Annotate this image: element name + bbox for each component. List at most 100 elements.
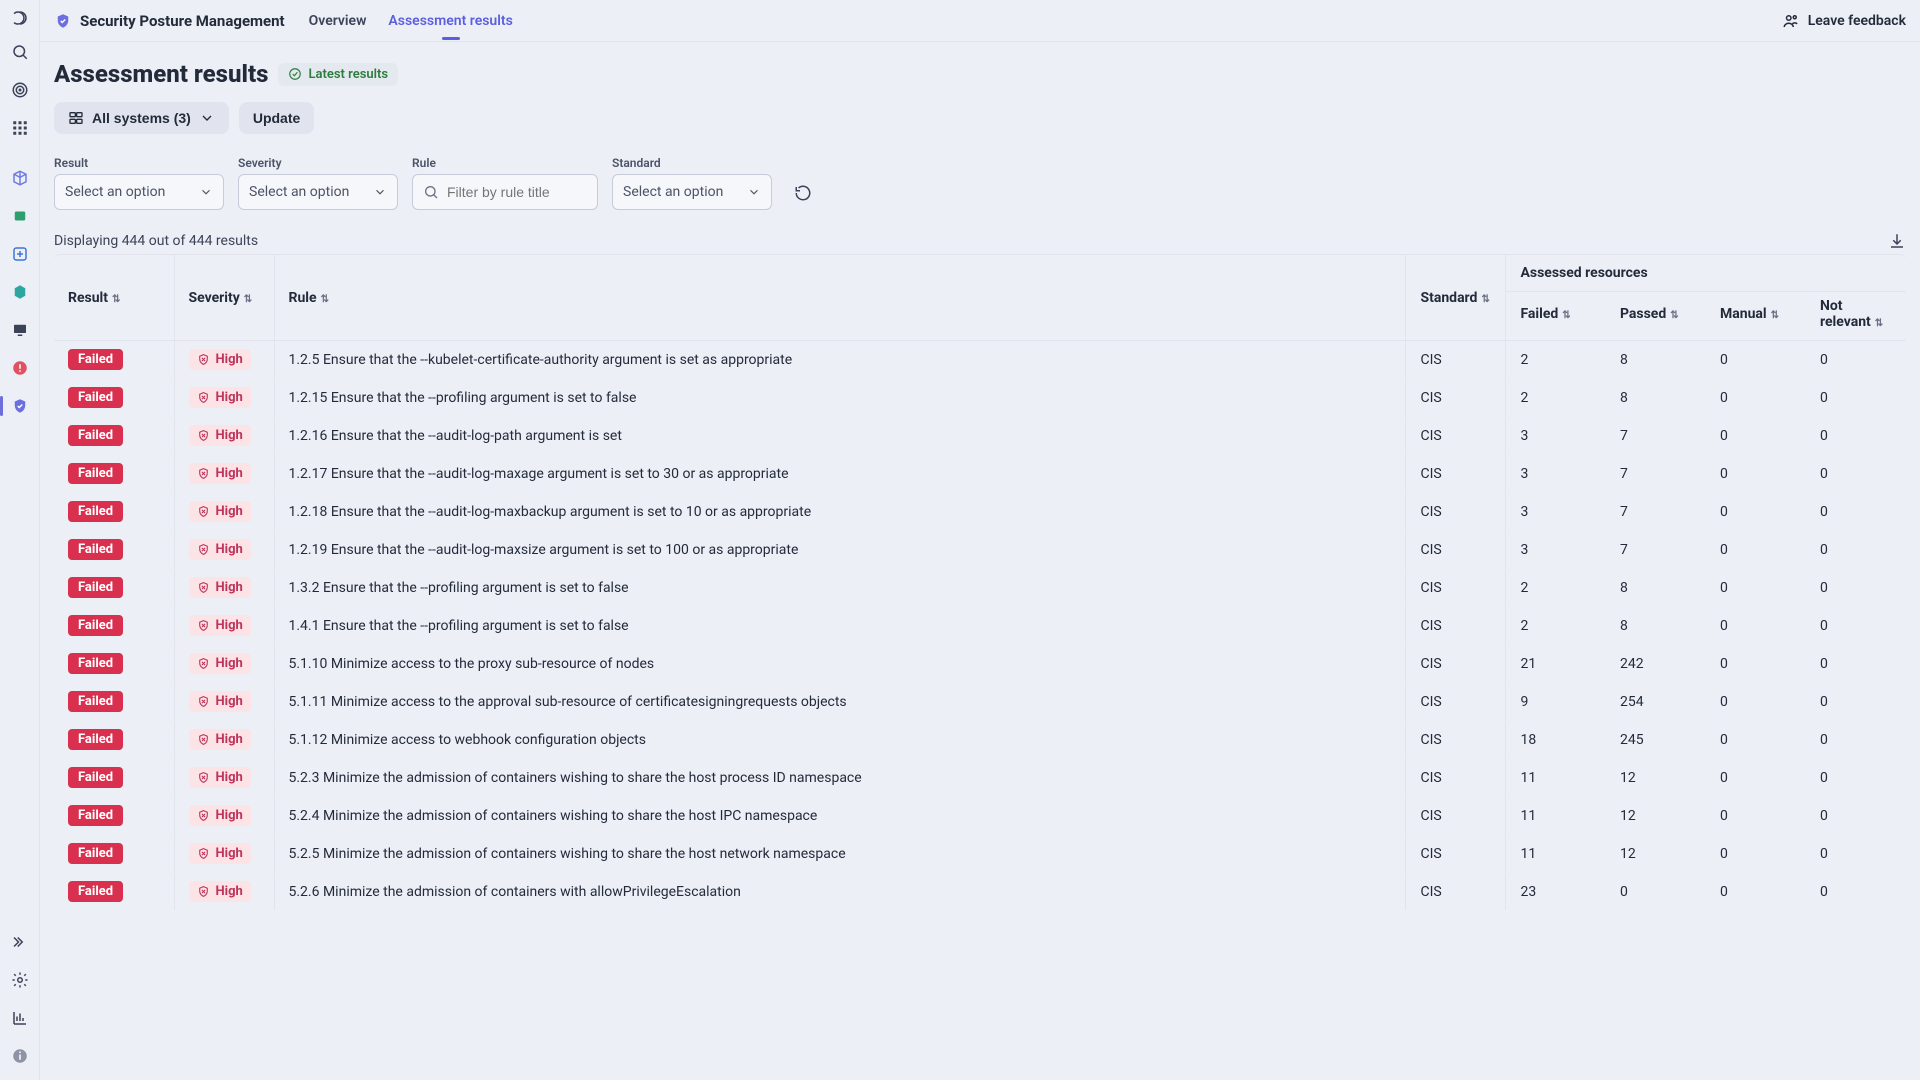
rule-search-input-wrap[interactable] — [412, 174, 598, 210]
passed-cell: 8 — [1606, 569, 1706, 607]
severity-badge: High — [189, 881, 251, 902]
standard-cell: CIS — [1406, 873, 1506, 911]
severity-badge: High — [189, 653, 251, 674]
shield-x-icon — [197, 885, 210, 898]
severity-badge: High — [189, 501, 251, 522]
notrelevant-cell: 0 — [1806, 797, 1906, 835]
result-badge: Failed — [68, 881, 123, 902]
rail-box-green-icon[interactable] — [8, 204, 32, 228]
table-row[interactable]: Failed High 1.2.18 Ensure that the --aud… — [54, 493, 1906, 531]
expand-rail-icon[interactable] — [8, 930, 32, 954]
reset-filters-button[interactable] — [786, 176, 820, 210]
table-row[interactable]: Failed High 1.4.1 Ensure that the --prof… — [54, 607, 1906, 645]
col-header-passed[interactable]: Passed⇅ — [1606, 292, 1706, 341]
apps-grid-icon[interactable] — [8, 116, 32, 140]
manual-cell: 0 — [1706, 759, 1806, 797]
tab-overview[interactable]: Overview — [309, 3, 367, 39]
rule-cell: 1.4.1 Ensure that the --profiling argume… — [274, 607, 1406, 645]
passed-cell: 242 — [1606, 645, 1706, 683]
table-row[interactable]: Failed High 5.1.12 Minimize access to we… — [54, 721, 1906, 759]
radar-icon[interactable] — [8, 78, 32, 102]
filter-rule: Rule — [412, 156, 598, 210]
standard-cell: CIS — [1406, 341, 1506, 379]
standard-cell: CIS — [1406, 493, 1506, 531]
chart-icon[interactable] — [8, 1006, 32, 1030]
table-row[interactable]: Failed High 1.2.17 Ensure that the --aud… — [54, 455, 1906, 493]
manual-cell: 0 — [1706, 607, 1806, 645]
update-button[interactable]: Update — [239, 102, 314, 134]
result-badge: Failed — [68, 691, 123, 712]
standard-cell: CIS — [1406, 683, 1506, 721]
col-header-notrelevant[interactable]: Not relevant⇅ — [1806, 292, 1906, 341]
result-badge: Failed — [68, 805, 123, 826]
col-header-manual[interactable]: Manual⇅ — [1706, 292, 1806, 341]
col-header-severity[interactable]: Severity⇅ — [174, 255, 274, 341]
table-row[interactable]: Failed High 1.2.19 Ensure that the --aud… — [54, 531, 1906, 569]
shield-x-icon — [197, 847, 210, 860]
failed-cell: 18 — [1506, 721, 1606, 759]
filter-result-label: Result — [54, 156, 224, 170]
passed-cell: 12 — [1606, 835, 1706, 873]
result-select[interactable]: Select an option — [54, 174, 224, 210]
search-icon[interactable] — [8, 40, 32, 64]
systems-label: All systems (3) — [92, 110, 191, 126]
gear-icon[interactable] — [8, 968, 32, 992]
table-row[interactable]: Failed High 1.2.15 Ensure that the --pro… — [54, 379, 1906, 417]
table-row[interactable]: Failed High 1.2.16 Ensure that the --aud… — [54, 417, 1906, 455]
shield-x-icon — [197, 771, 210, 784]
severity-select[interactable]: Select an option — [238, 174, 398, 210]
rule-cell: 5.1.10 Minimize access to the proxy sub-… — [274, 645, 1406, 683]
rail-shield-active-icon[interactable] — [8, 394, 32, 418]
rail-plus-icon[interactable] — [8, 242, 32, 266]
severity-badge: High — [189, 767, 251, 788]
result-count-row: Displaying 444 out of 444 results — [54, 232, 1906, 250]
download-icon[interactable] — [1888, 232, 1906, 250]
filter-result: Result Select an option — [54, 156, 224, 210]
notrelevant-cell: 0 — [1806, 569, 1906, 607]
passed-cell: 7 — [1606, 493, 1706, 531]
rail-cube-icon[interactable] — [8, 166, 32, 190]
standard-cell: CIS — [1406, 455, 1506, 493]
col-header-standard[interactable]: Standard⇅ — [1406, 255, 1506, 341]
rail-hex-icon[interactable] — [8, 280, 32, 304]
rail-alert-icon[interactable] — [8, 356, 32, 380]
standard-cell: CIS — [1406, 645, 1506, 683]
results-table: Result⇅ Severity⇅ Rule⇅ Standard⇅ Assess… — [54, 254, 1906, 1072]
notrelevant-cell: 0 — [1806, 341, 1906, 379]
severity-badge: High — [189, 349, 251, 370]
systems-dropdown[interactable]: All systems (3) — [54, 102, 229, 134]
passed-cell: 254 — [1606, 683, 1706, 721]
result-badge: Failed — [68, 767, 123, 788]
severity-badge: High — [189, 387, 251, 408]
passed-cell: 7 — [1606, 455, 1706, 493]
result-badge: Failed — [68, 653, 123, 674]
passed-cell: 12 — [1606, 797, 1706, 835]
rule-cell: 5.2.5 Minimize the admission of containe… — [274, 835, 1406, 873]
result-badge: Failed — [68, 577, 123, 598]
table-row[interactable]: Failed High 5.2.4 Minimize the admission… — [54, 797, 1906, 835]
severity-badge: High — [189, 615, 251, 636]
severity-badge: High — [189, 577, 251, 598]
standard-cell: CIS — [1406, 721, 1506, 759]
table-row[interactable]: Failed High 1.2.5 Ensure that the --kube… — [54, 341, 1906, 379]
standard-select[interactable]: Select an option — [612, 174, 772, 210]
table-row[interactable]: Failed High 5.2.6 Minimize the admission… — [54, 873, 1906, 911]
page-title: Assessment results — [54, 60, 268, 88]
manual-cell: 0 — [1706, 645, 1806, 683]
table-row[interactable]: Failed High 5.2.3 Minimize the admission… — [54, 759, 1906, 797]
table-row[interactable]: Failed High 5.1.10 Minimize access to th… — [54, 645, 1906, 683]
tab-assessment-results[interactable]: Assessment results — [388, 3, 512, 39]
col-header-failed[interactable]: Failed⇅ — [1506, 292, 1606, 341]
table-row[interactable]: Failed High 5.1.11 Minimize access to th… — [54, 683, 1906, 721]
rail-monitor-icon[interactable] — [8, 318, 32, 342]
table-row[interactable]: Failed High 5.2.5 Minimize the admission… — [54, 835, 1906, 873]
leave-feedback-button[interactable]: Leave feedback — [1782, 12, 1906, 30]
rule-search-input[interactable] — [447, 184, 587, 200]
shield-x-icon — [197, 429, 210, 442]
col-header-result[interactable]: Result⇅ — [54, 255, 174, 341]
rail-home-icon[interactable] — [8, 6, 32, 30]
manual-cell: 0 — [1706, 683, 1806, 721]
table-row[interactable]: Failed High 1.3.2 Ensure that the --prof… — [54, 569, 1906, 607]
info-icon[interactable] — [8, 1044, 32, 1068]
col-header-rule[interactable]: Rule⇅ — [274, 255, 1406, 341]
